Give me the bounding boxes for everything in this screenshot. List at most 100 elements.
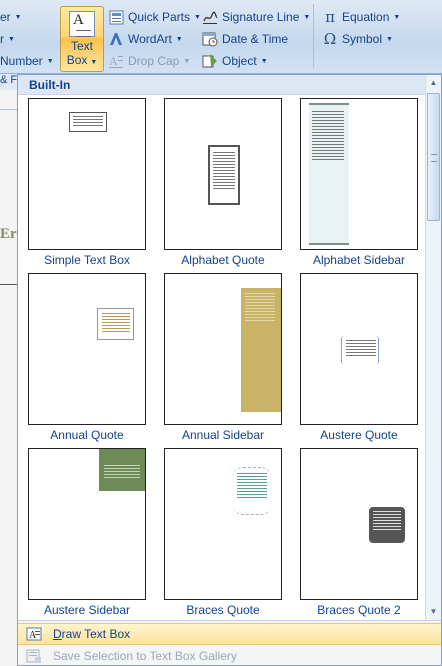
gallery-item-label: Annual Quote bbox=[50, 428, 124, 442]
preview-quote-box bbox=[97, 308, 134, 340]
dropdown-arrow-icon: ▼ bbox=[183, 57, 191, 65]
text-box-button[interactable]: A Text Box ▼ bbox=[60, 6, 104, 72]
gallery-item-braces-quote[interactable]: Braces Quote bbox=[163, 448, 283, 618]
preview-text-lines bbox=[102, 313, 130, 334]
draw-text-box-label-rest: raw Text Box bbox=[61, 627, 131, 641]
date-time-label: Date & Time bbox=[222, 32, 289, 46]
preview-text-lines bbox=[73, 116, 103, 128]
dropdown-arrow-icon: ▼ bbox=[90, 59, 98, 66]
scroll-up-icon[interactable]: ▲ bbox=[426, 75, 441, 91]
preview-text-lines bbox=[373, 511, 401, 532]
text-box-label-2: Box bbox=[66, 53, 88, 67]
dropdown-arrow-icon: ▼ bbox=[393, 13, 401, 21]
ribbon-cut-group-label: & F bbox=[0, 74, 18, 90]
ribbon-cut-item-2[interactable]: r ▼ bbox=[0, 29, 15, 49]
drop-cap-button[interactable]: A Drop Cap ▼ bbox=[108, 51, 190, 71]
gallery-item-austere-quote[interactable]: Austere Quote bbox=[299, 273, 419, 443]
draw-text-box-accelerator: D bbox=[53, 627, 62, 641]
document-rule bbox=[0, 284, 18, 285]
preview-text-lines bbox=[312, 111, 344, 162]
dropdown-arrow-icon: ▼ bbox=[46, 57, 54, 65]
gallery-item-label: Braces Quote 2 bbox=[317, 603, 401, 617]
draw-text-box-menu-item[interactable]: A Draw Text Box bbox=[18, 623, 441, 645]
date-time-button[interactable]: Date & Time bbox=[202, 29, 288, 49]
text-box-gallery: Built-In Simple Text Box Alphabet Quote … bbox=[17, 74, 442, 666]
annual-quote-preview bbox=[28, 273, 146, 425]
dropdown-arrow-icon: ▼ bbox=[14, 13, 22, 21]
gallery-scrollbar[interactable]: ▲ ▼ bbox=[425, 75, 441, 620]
gallery-footer: A Draw Text Box Save Selection to Text B… bbox=[18, 620, 441, 665]
equation-label: Equation bbox=[342, 10, 390, 24]
object-button[interactable]: Object ▼ bbox=[202, 51, 268, 71]
dropdown-arrow-icon: ▼ bbox=[194, 13, 201, 21]
gallery-item-label: Braces Quote bbox=[186, 603, 260, 617]
preview-text-box bbox=[69, 112, 107, 132]
preview-text-lines bbox=[346, 340, 376, 358]
simple-text-box-preview bbox=[28, 98, 146, 250]
austere-quote-preview bbox=[300, 273, 418, 425]
preview-text-lines bbox=[213, 152, 235, 191]
ribbon-cut-label-1: er bbox=[0, 10, 11, 24]
quick-parts-icon bbox=[108, 9, 124, 25]
alphabet-sidebar-preview bbox=[300, 98, 418, 250]
gallery-item-braces-quote-2[interactable]: Braces Quote 2 bbox=[299, 448, 419, 618]
wordart-button[interactable]: WordArt ▼ bbox=[108, 29, 183, 49]
wordart-icon bbox=[108, 31, 124, 47]
save-selection-icon bbox=[23, 648, 45, 664]
ribbon-cut-label-2: r bbox=[0, 32, 4, 46]
ribbon-cut-label-3: Number bbox=[0, 54, 43, 68]
document-text-fragment: Er bbox=[0, 226, 17, 242]
ribbon-cut-item-1[interactable]: er ▼ bbox=[0, 7, 22, 27]
dropdown-arrow-icon: ▼ bbox=[386, 35, 393, 43]
text-box-label-1: Text bbox=[70, 39, 93, 53]
drop-cap-icon: A bbox=[108, 53, 124, 69]
austere-sidebar-preview bbox=[28, 448, 146, 600]
calendar-clock-icon bbox=[202, 31, 218, 47]
object-icon bbox=[202, 53, 218, 69]
preview-text-lines bbox=[237, 473, 267, 500]
quick-parts-label: Quick Parts bbox=[128, 10, 191, 24]
gallery-item-simple-text-box[interactable]: Simple Text Box bbox=[27, 98, 147, 268]
draw-text-box-label: Draw Text Box bbox=[53, 627, 130, 641]
gallery-item-label: Alphabet Sidebar bbox=[312, 253, 406, 267]
dropdown-arrow-icon: ▼ bbox=[8, 35, 15, 43]
gallery-section-header: Built-In bbox=[18, 75, 441, 95]
gallery-item-annual-sidebar[interactable]: Annual Sidebar bbox=[163, 273, 283, 443]
text-box-label-row: Box ▼ bbox=[61, 53, 103, 67]
preview-text-lines bbox=[104, 465, 140, 480]
gallery-item-annual-quote[interactable]: Annual Quote bbox=[27, 273, 147, 443]
signature-line-icon bbox=[202, 9, 218, 25]
gallery-item-label: Annual Sidebar bbox=[181, 428, 265, 442]
scroll-down-icon[interactable]: ▼ bbox=[426, 604, 441, 620]
object-label: Object bbox=[222, 54, 257, 68]
save-selection-menu-item[interactable]: Save Selection to Text Box Gallery bbox=[18, 645, 441, 666]
gallery-item-austere-sidebar[interactable]: Austere Sidebar bbox=[27, 448, 147, 618]
gallery-item-alphabet-sidebar[interactable]: Alphabet Sidebar bbox=[299, 98, 419, 268]
gallery-item-alphabet-quote[interactable]: Alphabet Quote bbox=[163, 98, 283, 268]
symbol-button[interactable]: Ω Symbol ▼ bbox=[322, 29, 393, 49]
symbol-label: Symbol bbox=[342, 32, 383, 46]
ruler-line bbox=[0, 109, 18, 110]
drop-cap-label: Drop Cap bbox=[128, 54, 180, 68]
preview-text-lines bbox=[245, 293, 275, 323]
alphabet-quote-preview bbox=[164, 98, 282, 250]
ribbon: er ▼ r ▼ Number ▼ A Text Box ▼ Quick Parts ▼ … bbox=[0, 0, 442, 74]
document-edge: & F Er bbox=[0, 74, 18, 666]
save-selection-label: Save Selection to Text Box Gallery bbox=[53, 649, 237, 663]
preview-quote-box bbox=[369, 507, 405, 543]
preview-quote-box bbox=[341, 336, 379, 364]
dropdown-arrow-icon: ▼ bbox=[260, 57, 268, 65]
scrollbar-thumb[interactable] bbox=[427, 93, 440, 221]
equation-button[interactable]: π Equation ▼ bbox=[322, 7, 400, 27]
preview-quote-box bbox=[233, 467, 271, 515]
preview-sidebar bbox=[241, 288, 281, 412]
signature-line-label: Signature Line bbox=[222, 10, 300, 24]
signature-line-button[interactable]: Signature Line ▼ bbox=[202, 7, 310, 27]
ribbon-group-separator bbox=[313, 4, 314, 68]
preview-sidebar bbox=[99, 449, 145, 491]
ribbon-cut-item-3[interactable]: Number ▼ bbox=[0, 51, 54, 71]
dropdown-arrow-icon: ▼ bbox=[175, 35, 183, 43]
gallery-item-label: Austere Quote bbox=[320, 428, 398, 442]
quick-parts-button[interactable]: Quick Parts ▼ bbox=[108, 7, 201, 27]
gallery-item-label: Simple Text Box bbox=[44, 253, 130, 267]
